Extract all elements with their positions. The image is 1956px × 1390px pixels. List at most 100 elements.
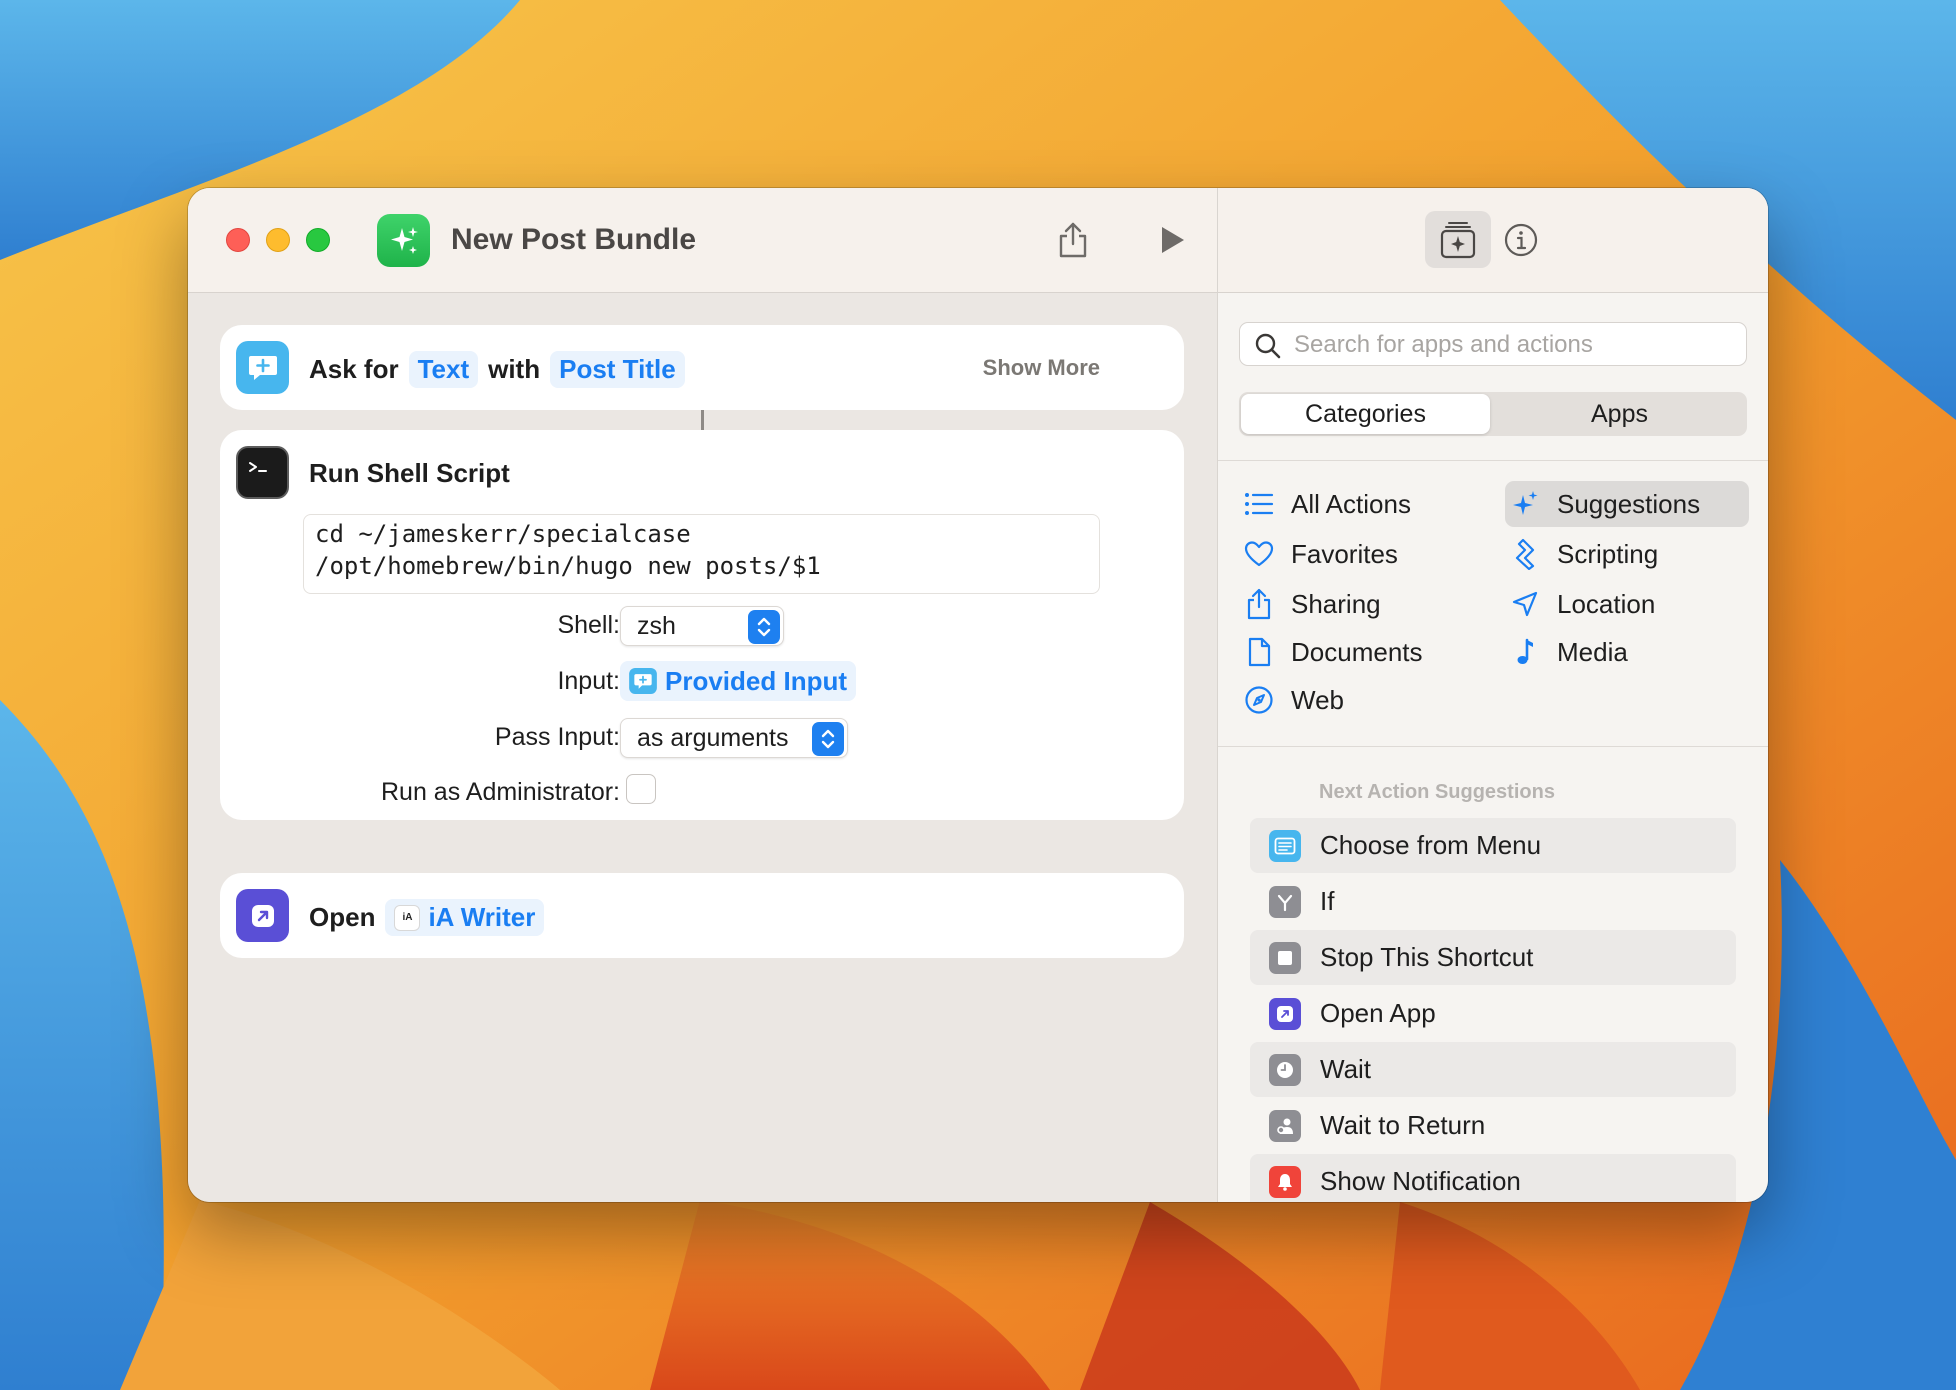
category-sharing[interactable]: Sharing: [1239, 581, 1479, 627]
input-label: Input:: [557, 667, 620, 695]
suggestion-wait[interactable]: Wait: [1250, 1042, 1736, 1097]
suggestion-if[interactable]: If: [1250, 874, 1736, 929]
clock-icon: [1269, 1053, 1301, 1086]
category-label: Scripting: [1557, 538, 1659, 569]
with-label: with: [488, 354, 541, 384]
titlebar: New Post Bundle: [188, 188, 1217, 293]
input-type-token[interactable]: Text: [408, 351, 479, 388]
category-favorites[interactable]: Favorites: [1239, 531, 1479, 577]
shortcut-editor-window: New Post Bundle Ask for Text with Post T…: [188, 188, 1768, 1202]
shortcut-title[interactable]: New Post Bundle: [451, 223, 696, 257]
apps-segment[interactable]: Apps: [1494, 394, 1745, 434]
suggestion-open-app[interactable]: Open App: [1250, 986, 1736, 1041]
ask-for-sentence: Ask for Text with Post Title: [309, 351, 695, 388]
list-icon: [1239, 488, 1279, 520]
suggestion-label: Wait: [1320, 1054, 1372, 1084]
editor-pane: New Post Bundle Ask for Text with Post T…: [188, 188, 1217, 1202]
location-icon: [1505, 588, 1545, 620]
suggestion-wait-to-return[interactable]: Wait to Return: [1250, 1098, 1736, 1153]
bell-icon: [1269, 1165, 1301, 1198]
chevron-updown-icon: [748, 610, 780, 644]
pass-input-label: Pass Input:: [494, 723, 620, 751]
search-icon: [1255, 333, 1281, 359]
music-note-icon: [1505, 636, 1545, 668]
ask-for-input-action[interactable]: Ask for Text with Post Title Show More: [220, 325, 1184, 410]
suggestion-label: Stop This Shortcut: [1320, 942, 1534, 972]
search-placeholder: Search for apps and actions: [1294, 331, 1593, 358]
pass-input-popup[interactable]: as arguments: [620, 718, 848, 758]
suggestion-label: Open App: [1320, 998, 1436, 1028]
terminal-icon: [236, 446, 289, 499]
provided-input-token[interactable]: Provided Input: [620, 661, 856, 701]
scripting-icon: [1505, 538, 1545, 570]
play-icon[interactable]: [1150, 218, 1194, 262]
open-app-action[interactable]: Open iA iA Writer: [220, 873, 1184, 958]
category-location[interactable]: Location: [1505, 581, 1745, 627]
category-label: Media: [1557, 636, 1628, 667]
divider: [1218, 746, 1768, 747]
open-app-icon: [1269, 997, 1301, 1030]
divider: [1218, 460, 1768, 461]
category-label: Web: [1291, 684, 1344, 715]
app-token[interactable]: iA iA Writer: [385, 899, 545, 936]
category-label: Suggestions: [1557, 488, 1701, 519]
category-media[interactable]: Media: [1505, 629, 1745, 675]
suggestion-show-notification[interactable]: Show Notification: [1250, 1154, 1736, 1202]
search-field[interactable]: Search for apps and actions: [1239, 322, 1747, 366]
menu-icon: [1269, 829, 1301, 862]
category-documents[interactable]: Documents: [1239, 629, 1479, 675]
shell-label: Shell:: [557, 611, 620, 639]
info-icon[interactable]: [1499, 218, 1543, 262]
speech-bubble-icon: [629, 668, 657, 694]
suggestion-stop-this-shortcut[interactable]: Stop This Shortcut: [1250, 930, 1736, 985]
chevron-updown-icon: [812, 722, 844, 756]
branch-icon: [1269, 885, 1301, 918]
sidebar-titlebar: [1218, 188, 1768, 293]
zoom-window-button[interactable]: [306, 228, 330, 252]
category-label: Location: [1557, 588, 1656, 619]
pass-input-value: as arguments: [637, 723, 789, 752]
script-line: cd ~/jameskerr/specialcase: [315, 520, 691, 548]
ia-writer-icon: iA: [394, 904, 421, 931]
suggestion-label: Choose from Menu: [1320, 830, 1542, 860]
shell-value: zsh: [637, 611, 676, 640]
document-icon: [1239, 636, 1279, 668]
open-sentence: Open iA iA Writer: [309, 899, 554, 936]
category-scripting[interactable]: Scripting: [1505, 531, 1745, 577]
category-label: Favorites: [1291, 538, 1398, 569]
action-library-icon[interactable]: [1425, 211, 1491, 268]
category-apps-segmented-control: Categories Apps: [1239, 392, 1747, 436]
script-line: /opt/homebrew/bin/hugo new posts/$1: [315, 552, 821, 580]
script-editor[interactable]: cd ~/jameskerr/specialcase/opt/homebrew/…: [303, 514, 1100, 594]
suggestion-label: Show Notification: [1320, 1166, 1521, 1196]
show-more-button[interactable]: Show More: [983, 355, 1100, 381]
shortcut-sparkle-icon[interactable]: [377, 214, 430, 267]
run-as-admin-label: Run as Administrator:: [381, 778, 620, 806]
minimize-window-button[interactable]: [266, 228, 290, 252]
suggestion-choose-from-menu[interactable]: Choose from Menu: [1250, 818, 1736, 873]
next-action-suggestions-heading: Next Action Suggestions: [1319, 781, 1555, 803]
category-label: Sharing: [1291, 588, 1381, 619]
provided-input-label: Provided Input: [665, 665, 847, 696]
run-shell-script-action[interactable]: Run Shell Script cd ~/jameskerr/specialc…: [220, 430, 1184, 820]
run-as-admin-checkbox[interactable]: [626, 774, 656, 804]
shell-action-title: Run Shell Script: [309, 458, 510, 488]
category-web[interactable]: Web: [1239, 677, 1479, 723]
sparkle-icon: [1505, 488, 1545, 520]
compass-icon: [1239, 684, 1279, 716]
share-icon: [1239, 588, 1279, 620]
prompt-token[interactable]: Post Title: [550, 351, 685, 388]
category-label: All Actions: [1291, 488, 1411, 519]
category-label: Documents: [1291, 636, 1423, 667]
speech-bubble-icon: [236, 341, 289, 394]
category-suggestions[interactable]: Suggestions: [1505, 481, 1749, 527]
share-icon[interactable]: [1051, 218, 1095, 262]
app-name: iA Writer: [428, 902, 536, 932]
category-all-actions[interactable]: All Actions: [1239, 481, 1479, 527]
shell-popup[interactable]: zsh: [620, 606, 784, 646]
open-label: Open: [309, 902, 376, 932]
action-library-sidebar: Search for apps and actions Categories A…: [1217, 188, 1768, 1202]
heart-icon: [1239, 538, 1279, 570]
close-window-button[interactable]: [226, 228, 250, 252]
categories-segment[interactable]: Categories: [1241, 394, 1490, 434]
